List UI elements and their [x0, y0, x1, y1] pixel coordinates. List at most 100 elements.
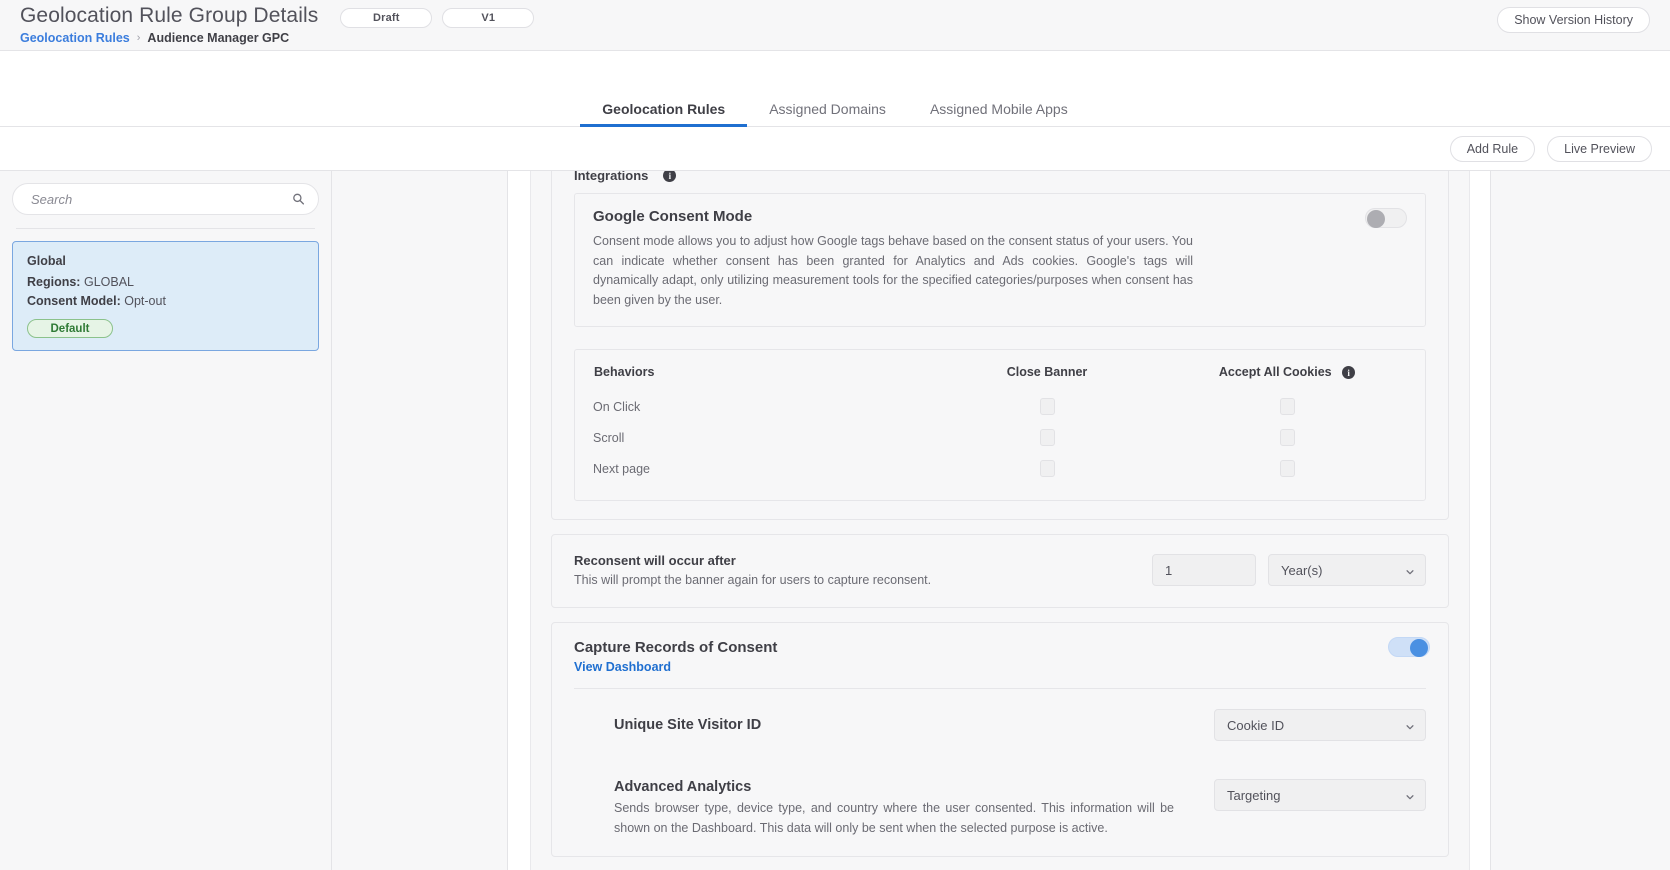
advanced-analytics-title: Advanced Analytics — [614, 779, 752, 796]
action-bar: Add Rule Live Preview — [0, 127, 1670, 171]
checkbox-close-banner-on-click[interactable] — [1039, 398, 1055, 416]
advanced-analytics-text: Advanced Analytics Sends browser type, d… — [614, 779, 1214, 838]
advanced-analytics-value: Targeting — [1227, 787, 1281, 803]
header-left-group: Geolocation Rule Group Details Geolocati… — [20, 2, 535, 46]
behaviors-header-row: Behaviors Close Banner Accept All Cookie… — [593, 364, 1407, 391]
advanced-analytics-row: Advanced Analytics Sends browser type, d… — [552, 761, 1448, 856]
search-icon — [292, 193, 305, 206]
header-status-pills: Draft V1 — [340, 2, 535, 28]
rule-card-regions-label: Regions: — [27, 275, 81, 289]
live-preview-button[interactable]: Live Preview — [1547, 135, 1652, 162]
behaviors-col-header: Behaviors — [594, 365, 655, 380]
capture-records-toggle[interactable] — [1388, 637, 1430, 658]
page-title: Geolocation Rule Group Details — [20, 4, 319, 27]
table-row: On Click — [593, 391, 1407, 422]
chevron-down-icon — [1405, 565, 1415, 575]
unique-site-visitor-id-select[interactable]: Cookie ID — [1214, 709, 1426, 742]
chevron-down-icon — [1405, 790, 1415, 800]
unique-site-visitor-id-row: Unique Site Visitor ID Cookie ID — [552, 689, 1448, 761]
status-badge-version: V1 — [442, 8, 535, 28]
breadcrumb-separator-icon: › — [136, 32, 141, 44]
toggle-knob — [1410, 639, 1428, 658]
behavior-close-banner-cell — [927, 391, 1167, 422]
search-field-wrapper[interactable] — [12, 183, 319, 215]
integrations-label: Integrations — [574, 171, 649, 183]
tab-geolocation-rules[interactable]: Geolocation Rules — [580, 101, 748, 127]
google-consent-mode-description: Consent mode allows you to adjust how Go… — [593, 234, 1193, 307]
add-rule-button[interactable]: Add Rule — [1449, 135, 1536, 162]
tab-assigned-mobile-apps[interactable]: Assigned Mobile Apps — [908, 101, 1090, 126]
rule-card-name: Global — [27, 254, 66, 268]
rule-settings-scroll-area[interactable]: Integrations i Google Consent Mode Conse… — [530, 171, 1470, 870]
behavior-accept-all-cell — [1167, 422, 1407, 453]
close-banner-col-header: Close Banner — [1006, 365, 1088, 380]
table-row: Scroll — [593, 422, 1407, 453]
behavior-label: Next page — [593, 461, 650, 476]
unique-site-visitor-id-text: Unique Site Visitor ID — [614, 717, 1214, 733]
reconsent-row: Reconsent will occur after This will pro… — [552, 535, 1448, 607]
checkbox-accept-all-next-page[interactable] — [1279, 460, 1295, 478]
app-header: Geolocation Rule Group Details Geolocati… — [0, 0, 1670, 51]
right-gutter — [1470, 171, 1490, 870]
rule-card-consent-model-label: Consent Model: — [27, 294, 121, 308]
breadcrumb: Geolocation Rules › Audience Manager GPC — [20, 31, 318, 46]
table-row: Next page — [593, 453, 1407, 484]
advanced-analytics-description: Sends browser type, device type, and cou… — [614, 801, 1174, 835]
integrations-section-header: Integrations i — [552, 171, 1448, 187]
rule-settings-content: Integrations i Google Consent Mode Conse… — [531, 171, 1469, 858]
reconsent-unit-select[interactable]: Year(s) — [1268, 554, 1426, 587]
tab-assigned-domains[interactable]: Assigned Domains — [747, 101, 908, 126]
sidebar-divider — [16, 228, 315, 229]
breadcrumb-link-geolocation-rules[interactable]: Geolocation Rules — [20, 31, 130, 46]
right-spacer-panel — [1490, 171, 1670, 870]
capture-records-title: Capture Records of Consent — [574, 639, 778, 657]
left-gutter — [508, 171, 530, 870]
checkbox-close-banner-scroll[interactable] — [1039, 429, 1055, 447]
checkbox-accept-all-on-click[interactable] — [1279, 398, 1295, 416]
behavior-accept-all-cell — [1167, 453, 1407, 484]
rules-sidebar: Global Regions: GLOBAL Consent Model: Op… — [0, 171, 332, 870]
unique-site-visitor-id-title: Unique Site Visitor ID — [614, 717, 762, 734]
behavior-close-banner-cell — [927, 453, 1167, 484]
checkbox-accept-all-scroll[interactable] — [1279, 429, 1295, 447]
search-input[interactable] — [29, 190, 284, 208]
accept-all-cookies-label: Accept All Cookies — [1218, 365, 1332, 379]
behavior-label: On Click — [593, 399, 641, 414]
capture-records-panel: Capture Records of Consent View Dashboar… — [551, 622, 1449, 858]
behavior-close-banner-cell — [927, 422, 1167, 453]
rule-card-regions: Regions: GLOBAL — [27, 273, 304, 292]
google-consent-mode-toggle[interactable] — [1365, 208, 1407, 228]
unique-site-visitor-id-value: Cookie ID — [1227, 717, 1285, 733]
reconsent-description: This will prompt the banner again for us… — [574, 573, 932, 588]
google-consent-mode-title: Google Consent Mode — [593, 208, 753, 225]
reconsent-text-group: Reconsent will occur after This will pro… — [574, 553, 1152, 587]
integrations-panel: Integrations i Google Consent Mode Conse… — [551, 171, 1449, 521]
advanced-analytics-select[interactable]: Targeting — [1214, 779, 1426, 812]
toggle-knob — [1367, 210, 1385, 228]
google-consent-mode-block: Google Consent Mode Consent mode allows … — [574, 193, 1426, 327]
reconsent-title: Reconsent will occur after — [574, 553, 736, 569]
tab-list: Geolocation Rules Assigned Domains Assig… — [580, 101, 1090, 127]
show-version-history-button[interactable]: Show Version History — [1497, 7, 1650, 33]
info-icon[interactable]: i — [1342, 366, 1356, 380]
behavior-label: Scroll — [593, 430, 625, 445]
breadcrumb-current: Audience Manager GPC — [147, 31, 290, 45]
title-block: Geolocation Rule Group Details Geolocati… — [20, 2, 318, 46]
middle-spacer-panel — [332, 171, 508, 870]
behavior-accept-all-cell — [1167, 391, 1407, 422]
rule-card-default-badge: Default — [27, 319, 113, 338]
checkbox-close-banner-next-page[interactable] — [1039, 460, 1055, 478]
rule-card-global[interactable]: Global Regions: GLOBAL Consent Model: Op… — [12, 241, 319, 351]
behaviors-table: Behaviors Close Banner Accept All Cookie… — [593, 364, 1407, 484]
reconsent-amount-input[interactable] — [1152, 554, 1256, 587]
view-dashboard-link[interactable]: View Dashboard — [574, 660, 1426, 674]
behaviors-table-block: Behaviors Close Banner Accept All Cookie… — [574, 349, 1426, 502]
body-wrapper: Global Regions: GLOBAL Consent Model: Op… — [0, 171, 1670, 870]
rule-card-consent-model-value: Opt-out — [124, 294, 166, 308]
info-icon[interactable]: i — [663, 171, 677, 182]
reconsent-unit-value: Year(s) — [1281, 562, 1323, 578]
status-badge-draft: Draft — [340, 8, 433, 28]
capture-records-header: Capture Records of Consent View Dashboar… — [552, 623, 1448, 688]
rule-card-regions-value: GLOBAL — [83, 275, 134, 289]
chevron-down-icon — [1405, 720, 1415, 730]
